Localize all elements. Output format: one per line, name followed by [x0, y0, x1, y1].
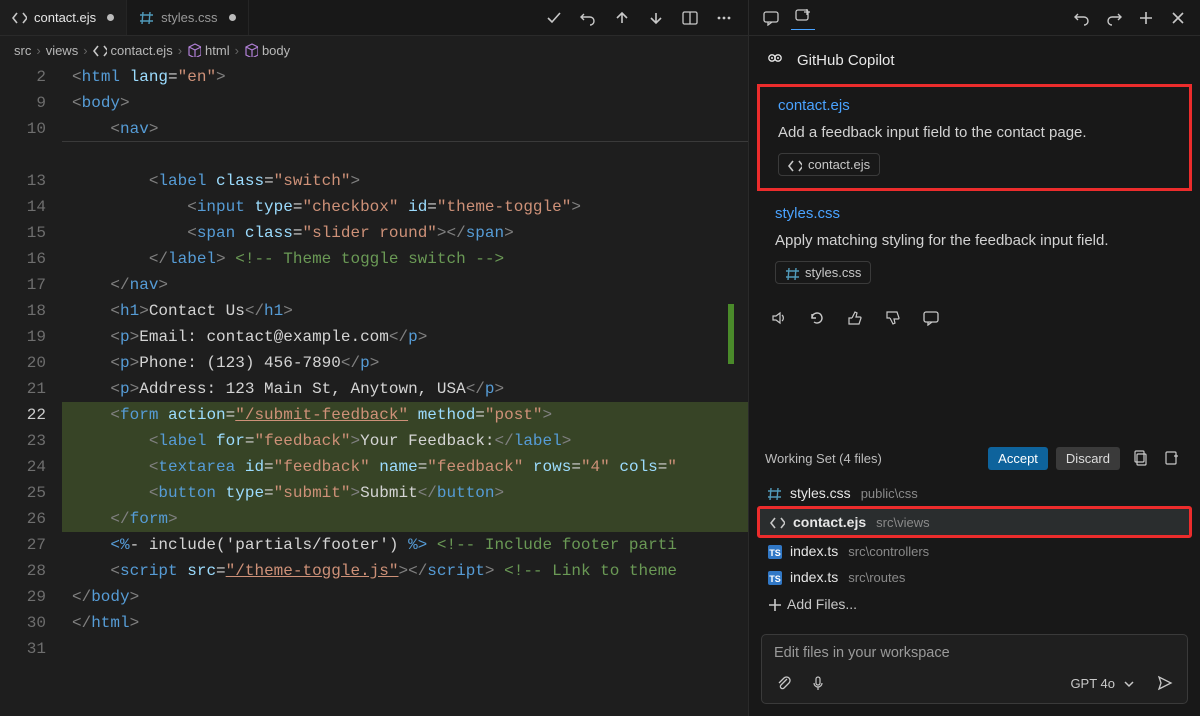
code-line[interactable]: <%- include('partials/footer') %> <!-- I…: [62, 532, 748, 558]
working-set-header: Working Set (4 files) Accept Discard: [749, 436, 1200, 478]
copilot-toolbar: [749, 0, 1200, 36]
dirty-indicator-icon: [107, 14, 114, 21]
code-line[interactable]: [62, 142, 748, 168]
model-selector[interactable]: GPT 4o: [1070, 676, 1135, 691]
tab-bar: contact.ejsstyles.css: [0, 0, 748, 36]
copilot-pane: GitHub Copilot contact.ejs Add a feedbac…: [748, 0, 1200, 716]
copilot-suggestion: styles.css Apply matching styling for th…: [757, 195, 1192, 296]
code-line[interactable]: <nav>: [62, 116, 748, 142]
tab-contact-ejs[interactable]: contact.ejs: [0, 0, 127, 35]
new-file-icon[interactable]: [1160, 446, 1184, 470]
code-editor[interactable]: 2910131415161718192021222324252627282930…: [0, 64, 748, 716]
suggestion-file-link[interactable]: contact.ejs: [778, 97, 1171, 114]
ts-icon: [767, 570, 782, 585]
code-line[interactable]: <body>: [62, 90, 748, 116]
split-editor-icon[interactable]: [678, 6, 702, 30]
files-icon[interactable]: [1128, 446, 1152, 470]
code-line[interactable]: <input type="checkbox" id="theme-toggle"…: [62, 194, 748, 220]
suggestion-description: Apply matching styling for the feedback …: [775, 230, 1174, 251]
code-line[interactable]: </form>: [62, 506, 748, 532]
code-icon: [12, 10, 27, 25]
working-set-file[interactable]: styles.css public\css: [757, 480, 1192, 506]
hash-icon: [139, 10, 154, 25]
working-set-title: Working Set (4 files): [765, 451, 882, 466]
overview-ruler[interactable]: [724, 64, 734, 716]
attach-icon[interactable]: [772, 671, 796, 695]
mic-icon[interactable]: [806, 671, 830, 695]
thumbs-down-icon[interactable]: [881, 306, 905, 330]
code-line[interactable]: <h1>Contact Us</h1>: [62, 298, 748, 324]
code-line[interactable]: <button type="submit">Submit</button>: [62, 480, 748, 506]
copilot-feedback-row: [749, 300, 1200, 340]
new-chat-icon[interactable]: [791, 6, 815, 30]
breadcrumb[interactable]: src › views › contact.ejs › html › body: [0, 36, 748, 64]
hash-icon: [767, 486, 782, 501]
code-line[interactable]: </label> <!-- Theme toggle switch -->: [62, 246, 748, 272]
hash-icon: [785, 266, 799, 280]
code-line[interactable]: <label for="feedback">Your Feedback:</la…: [62, 428, 748, 454]
code-line[interactable]: </body>: [62, 584, 748, 610]
suggestion-file-link[interactable]: styles.css: [775, 205, 1174, 222]
plus-icon: [767, 597, 781, 611]
code-line[interactable]: <p>Address: 123 Main St, Anytown, USA</p…: [62, 376, 748, 402]
code-icon: [788, 158, 802, 172]
code-content[interactable]: <html lang="en"><body> <nav> <label clas…: [62, 64, 748, 716]
breadcrumb-html[interactable]: html: [187, 43, 230, 58]
line-gutter: 2910131415161718192021222324252627282930…: [0, 64, 62, 716]
undo-icon[interactable]: [1070, 6, 1094, 30]
plus-icon[interactable]: [1134, 6, 1158, 30]
close-icon[interactable]: [1166, 6, 1190, 30]
working-set-list: styles.css public\css contact.ejs src\vi…: [749, 478, 1200, 624]
redo-icon[interactable]: [1102, 6, 1126, 30]
editor-pane: contact.ejsstyles.css src › views › cont…: [0, 0, 748, 716]
suggestion-file-chip[interactable]: styles.css: [775, 261, 871, 284]
chat-panel-icon[interactable]: [759, 6, 783, 30]
code-line[interactable]: <script src="/theme-toggle.js"></script>…: [62, 558, 748, 584]
copilot-title: GitHub Copilot: [797, 52, 895, 69]
working-set-file[interactable]: contact.ejs src\views: [757, 506, 1192, 538]
send-icon[interactable]: [1153, 671, 1177, 695]
arrow-down-icon[interactable]: [644, 6, 668, 30]
add-files-button[interactable]: Add Files...: [757, 590, 1192, 618]
editor-actions: [542, 0, 748, 35]
code-line[interactable]: <span class="slider round"></span>: [62, 220, 748, 246]
suggestion-description: Add a feedback input field to the contac…: [778, 122, 1171, 143]
discard-button[interactable]: Discard: [1056, 447, 1120, 470]
dirty-indicator-icon: [229, 14, 236, 21]
comment-icon[interactable]: [919, 306, 943, 330]
refresh-icon[interactable]: [805, 306, 829, 330]
accept-icon[interactable]: [542, 6, 566, 30]
copilot-icon: [767, 50, 787, 70]
code-line[interactable]: <textarea id="feedback" name="feedback" …: [62, 454, 748, 480]
breadcrumb-views[interactable]: views: [46, 43, 79, 58]
copilot-suggestion: contact.ejs Add a feedback input field t…: [757, 84, 1192, 191]
breadcrumb-src[interactable]: src: [14, 43, 31, 58]
code-line[interactable]: <label class="switch">: [62, 168, 748, 194]
code-line[interactable]: [62, 636, 748, 662]
working-set-file[interactable]: index.ts src\controllers: [757, 538, 1192, 564]
chevron-down-icon: [1121, 676, 1135, 690]
working-set-file[interactable]: index.ts src\routes: [757, 564, 1192, 590]
suggestion-file-chip[interactable]: contact.ejs: [778, 153, 880, 176]
copilot-input-placeholder[interactable]: Edit files in your workspace: [762, 635, 1187, 665]
breadcrumb-file[interactable]: contact.ejs: [93, 43, 173, 58]
speaker-icon[interactable]: [767, 306, 791, 330]
more-icon[interactable]: [712, 6, 736, 30]
code-line[interactable]: <p>Email: contact@example.com</p>: [62, 324, 748, 350]
accept-button[interactable]: Accept: [988, 447, 1048, 470]
code-line[interactable]: </html>: [62, 610, 748, 636]
code-line[interactable]: <html lang="en">: [62, 64, 748, 90]
undo-icon[interactable]: [576, 6, 600, 30]
copilot-header: GitHub Copilot: [749, 36, 1200, 80]
ts-icon: [767, 544, 782, 559]
code-line[interactable]: </nav>: [62, 272, 748, 298]
arrow-up-icon[interactable]: [610, 6, 634, 30]
code-line[interactable]: <p>Phone: (123) 456-7890</p>: [62, 350, 748, 376]
thumbs-up-icon[interactable]: [843, 306, 867, 330]
code-line[interactable]: <form action="/submit-feedback" method="…: [62, 402, 748, 428]
code-icon: [770, 515, 785, 530]
tab-styles-css[interactable]: styles.css: [127, 0, 248, 35]
copilot-input-box[interactable]: Edit files in your workspace GPT 4o: [761, 634, 1188, 704]
breadcrumb-body[interactable]: body: [244, 43, 290, 58]
